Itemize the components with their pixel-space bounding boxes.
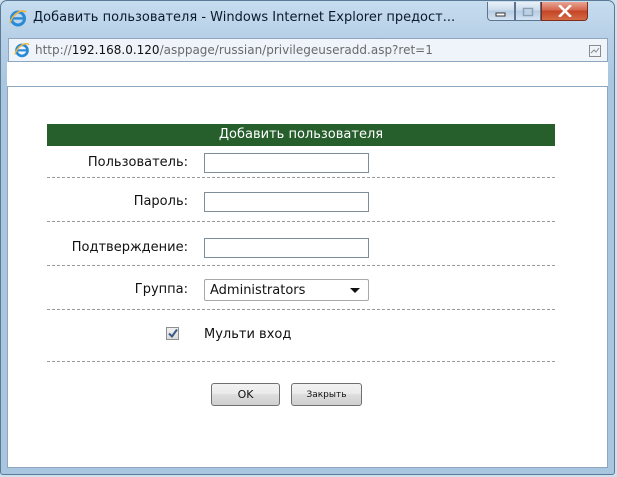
url-text[interactable]: http://192.168.0.120/asppage/russian/pri…: [35, 43, 433, 57]
add-user-form: Добавить пользователя Пользователь: Паро…: [47, 124, 555, 422]
group-row: Группа: Administrators: [47, 266, 555, 310]
title-bar[interactable]: Добавить пользователя - Windows Internet…: [1, 1, 614, 37]
confirm-input[interactable]: [204, 238, 369, 258]
multi-login-checkbox[interactable]: [166, 327, 179, 340]
compatibility-view-icon[interactable]: [588, 43, 602, 57]
url-prefix: http://: [35, 43, 72, 57]
ok-button[interactable]: OK: [211, 383, 280, 406]
maximize-icon: [522, 2, 534, 21]
url-path: /asppage/russian/privilegeuseradd.asp?re…: [159, 43, 433, 57]
minimize-button[interactable]: [487, 2, 515, 21]
chevron-down-icon: [350, 288, 360, 293]
client-area-top: [7, 62, 608, 86]
ie-icon: [9, 9, 27, 27]
close-icon: [557, 2, 572, 21]
maximize-button[interactable]: [515, 2, 541, 21]
multi-login-label: Мульти вход: [204, 327, 292, 342]
password-label: Пароль:: [133, 194, 188, 209]
user-row: Пользователь:: [47, 146, 555, 178]
user-input[interactable]: [204, 153, 369, 173]
button-row: OK Закрыть: [47, 362, 555, 422]
close-button[interactable]: Закрыть: [291, 383, 362, 406]
confirm-row: Подтверждение:: [47, 222, 555, 266]
user-label: Пользователь:: [87, 155, 188, 170]
group-label: Группа:: [134, 282, 188, 297]
password-input[interactable]: [204, 192, 369, 212]
minimize-icon: [495, 2, 507, 21]
url-host: 192.168.0.120: [71, 43, 160, 57]
form-header: Добавить пользователя: [47, 124, 555, 146]
confirm-label: Подтверждение:: [71, 240, 188, 255]
group-selected-value: Administrators: [210, 283, 306, 298]
ie-icon: [14, 42, 30, 58]
password-row: Пароль:: [47, 178, 555, 222]
multi-login-row: Мульти вход: [47, 310, 555, 362]
checkmark-icon: [168, 328, 178, 339]
window-title: Добавить пользователя - Windows Internet…: [33, 10, 456, 25]
address-bar[interactable]: http://192.168.0.120/asppage/russian/pri…: [8, 38, 608, 62]
close-window-button[interactable]: [541, 2, 588, 21]
group-select[interactable]: Administrators: [204, 279, 369, 301]
